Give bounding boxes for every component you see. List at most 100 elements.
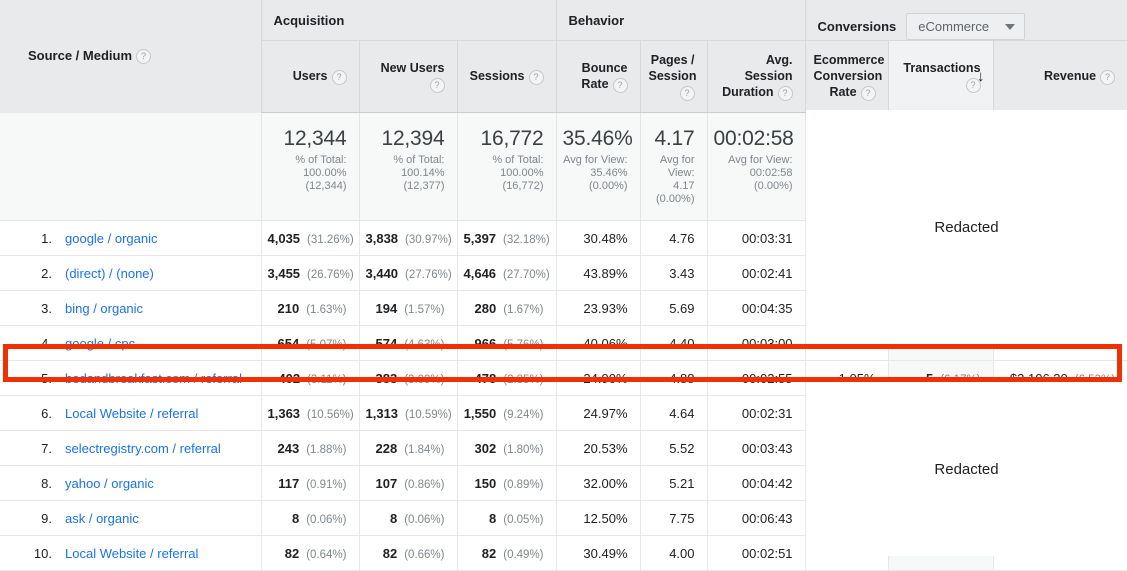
revenue-label: Revenue <box>1043 69 1097 84</box>
users-value: 4,035 <box>267 230 301 246</box>
cell-bounce-rate: 32.00% <box>556 465 641 501</box>
conversion-type-select[interactable]: eCommerce <box>906 13 1026 40</box>
column-header-users[interactable]: Users? <box>261 40 360 113</box>
cell-users: 82 (0.64%) <box>261 535 360 571</box>
help-icon[interactable]: ? <box>136 49 152 65</box>
sessions-percent: (5.76%) <box>503 338 544 351</box>
cell-new-users: 82 (0.66%) <box>359 535 458 571</box>
column-header-source-medium[interactable]: Source / Medium? <box>0 0 262 113</box>
source-medium-link[interactable]: yahoo / organic <box>65 476 154 491</box>
bounce-rate-value: 30.48% <box>583 230 628 246</box>
sessions-value: 150 <box>474 475 497 491</box>
cell-new-users: 107 (0.86%) <box>359 465 458 501</box>
column-header-avg-session-duration[interactable]: Avg. Session Duration? <box>707 40 806 113</box>
cell-source-medium: 10. Local Website / referral <box>0 535 262 571</box>
cell-pages-session: 4.00 <box>640 535 708 571</box>
column-header-transactions[interactable]: Transactions? ↓ <box>887 40 994 113</box>
help-icon[interactable]: ? <box>528 69 544 85</box>
help-icon[interactable]: ? <box>429 77 445 93</box>
users-value: 654 <box>277 335 300 351</box>
new-users-percent: (1.84%) <box>404 443 445 456</box>
column-header-new-users[interactable]: New Users? <box>359 40 458 113</box>
conversion-type-value: eCommerce <box>918 19 990 34</box>
source-medium-link[interactable]: selectregistry.com / referral <box>65 441 221 456</box>
cell-users: 243 (1.88%) <box>261 430 360 466</box>
cell-source-medium: 2. (direct) / (none) <box>0 255 262 291</box>
cell-avg-session-duration: 00:02:55 <box>707 360 806 396</box>
cell-bounce-rate: 40.06% <box>556 325 641 361</box>
cell-pages-session: 4.76 <box>640 220 708 256</box>
avg-session-duration-value: 00:02:55 <box>741 370 793 386</box>
cell-sessions: 5,397 (32.18%) <box>457 220 557 256</box>
source-medium-link[interactable]: bedandbreakfast.com / referral <box>65 371 242 386</box>
source-medium-link[interactable]: (direct) / (none) <box>65 266 154 281</box>
cell-sessions: 302 (1.80%) <box>457 430 557 466</box>
cell-sessions: 478 (2.85%) <box>457 360 557 396</box>
sessions-percent: (1.80%) <box>503 443 544 456</box>
avg-session-duration-value: 00:03:00 <box>741 335 793 351</box>
source-medium-link[interactable]: google / cpc <box>65 336 135 351</box>
new-users-value: 107 <box>375 475 398 491</box>
avg-session-duration-value: 00:06:43 <box>741 510 793 526</box>
users-value: 3,455 <box>267 265 301 281</box>
cell-bounce-rate: 12.50% <box>556 500 641 536</box>
column-header-ecommerce-conversion-rate[interactable]: Ecommerce Conversion Rate? <box>805 40 889 113</box>
summary-users-sub: % of Total: 100.00% (12,344) <box>295 154 347 192</box>
summary-pages-session-sub: Avg for View: 4.17 (0.00%) <box>655 154 695 205</box>
bounce-rate-value: 23.93% <box>583 300 628 316</box>
row-rank: 4. <box>41 335 52 351</box>
row-rank: 8. <box>41 475 52 491</box>
sessions-value: 82 <box>481 545 497 561</box>
source-medium-link[interactable]: google / organic <box>65 231 158 246</box>
pages-session-value: 7.75 <box>669 510 695 526</box>
pages-session-value: 3.43 <box>669 265 695 281</box>
source-medium-link[interactable]: bing / organic <box>65 301 143 316</box>
source-medium-link[interactable]: Local Website / referral <box>65 406 198 421</box>
users-percent: (0.64%) <box>306 548 347 561</box>
summary-sessions-value: 16,772 <box>480 127 544 150</box>
help-icon[interactable]: ? <box>777 85 793 101</box>
users-percent: (3.11%) <box>307 373 347 386</box>
cell-source-medium: 4. google / cpc <box>0 325 262 361</box>
header-group-row: Source / Medium? Acquisition Behavior Co… <box>0 0 1127 113</box>
sessions-percent: (0.49%) <box>503 548 544 561</box>
summary-new-users-value: 12,394 <box>381 127 445 150</box>
pages-session-label: Pages / Session <box>648 53 697 84</box>
new-users-percent: (4.63%) <box>404 338 445 351</box>
source-medium-link[interactable]: Local Website / referral <box>65 546 198 561</box>
cell-new-users: 3,440 (27.76%) <box>359 255 458 291</box>
pages-session-value: 4.00 <box>669 545 695 561</box>
help-icon[interactable]: ? <box>612 77 628 93</box>
cell-users: 402 (3.11%) <box>261 360 360 396</box>
cell-pages-session: 5.69 <box>640 290 708 326</box>
source-medium-link[interactable]: ask / organic <box>65 511 139 526</box>
cell-pages-session: 3.43 <box>640 255 708 291</box>
help-icon[interactable]: ? <box>860 85 876 101</box>
new-users-value: 228 <box>375 440 398 456</box>
help-icon[interactable]: ? <box>331 69 347 85</box>
cell-bounce-rate: 23.93% <box>556 290 641 326</box>
help-icon[interactable]: ? <box>1100 69 1116 85</box>
sessions-percent: (1.67%) <box>503 303 544 316</box>
cell-avg-session-duration: 00:06:43 <box>707 500 806 536</box>
users-percent: (5.07%) <box>306 338 347 351</box>
bounce-rate-value: 40.06% <box>583 335 628 351</box>
sort-descending-icon[interactable]: ↓ <box>977 68 985 85</box>
bounce-rate-value: 30.49% <box>583 545 628 561</box>
pages-session-value: 5.69 <box>669 300 695 316</box>
new-users-value: 3,440 <box>365 265 399 281</box>
avg-session-duration-value: 00:04:42 <box>741 475 793 491</box>
column-header-bounce-rate[interactable]: Bounce Rate? <box>556 40 641 113</box>
cell-sessions: 4,646 (27.70%) <box>457 255 557 291</box>
users-value: 1,363 <box>267 405 301 421</box>
column-header-sessions[interactable]: Sessions? <box>457 40 557 113</box>
row-rank: 3. <box>41 300 52 316</box>
column-header-revenue[interactable]: Revenue? <box>993 40 1127 113</box>
new-users-label: New Users <box>380 61 445 76</box>
cell-source-medium: 8. yahoo / organic <box>0 465 262 501</box>
row-rank: 6. <box>41 405 52 421</box>
users-value: 243 <box>277 440 300 456</box>
new-users-percent: (0.86%) <box>404 478 445 491</box>
column-header-pages-session[interactable]: Pages / Session? <box>640 40 708 113</box>
help-icon[interactable]: ? <box>679 85 695 101</box>
